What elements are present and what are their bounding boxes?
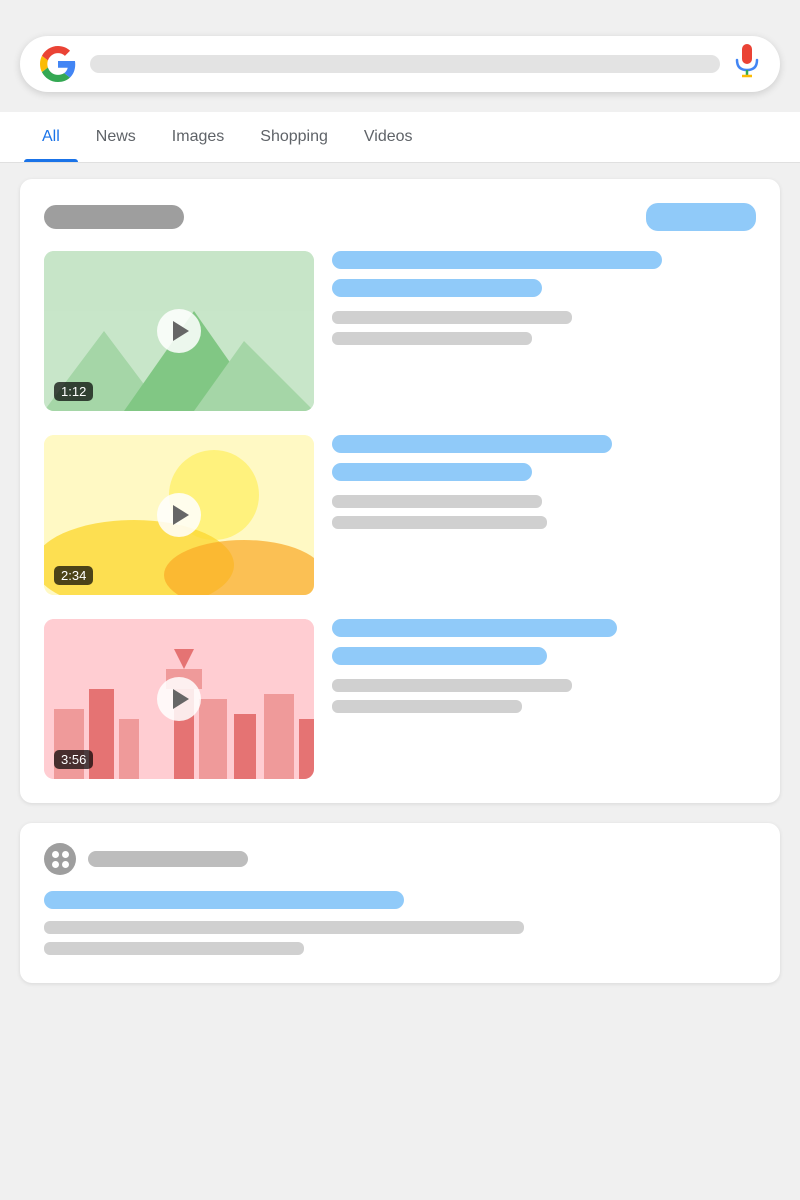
result-desc-bar-1 (44, 921, 524, 934)
card-header (44, 203, 756, 231)
duration-badge-3: 3:56 (54, 750, 93, 769)
tab-images[interactable]: Images (154, 112, 242, 162)
video-item-3[interactable]: 3:56 (44, 619, 756, 779)
video-desc-bar-3a (332, 679, 572, 692)
video-subtitle-bar-1 (332, 279, 542, 297)
site-name-pill (88, 851, 248, 867)
video-title-bar-3 (332, 619, 617, 637)
play-triangle-2 (173, 505, 189, 525)
tab-videos[interactable]: Videos (346, 112, 431, 162)
dot-3 (52, 861, 59, 868)
video-title-bar-2 (332, 435, 612, 453)
dot-1 (52, 851, 59, 858)
video-subtitle-bar-2 (332, 463, 532, 481)
video-desc-bar-1a (332, 311, 572, 324)
tab-shopping[interactable]: Shopping (242, 112, 346, 162)
video-info-1 (314, 251, 756, 353)
play-button-3[interactable] (157, 677, 201, 721)
play-button-2[interactable] (157, 493, 201, 537)
site-favicon (44, 843, 76, 875)
tab-news[interactable]: News (78, 112, 154, 162)
video-thumbnail-3[interactable]: 3:56 (44, 619, 314, 779)
video-desc-bar-3b (332, 700, 522, 713)
tab-all[interactable]: All (24, 112, 78, 162)
second-result-card (20, 823, 780, 983)
dot-2 (62, 851, 69, 858)
video-info-3 (314, 619, 756, 721)
duration-badge-2: 2:34 (54, 566, 93, 585)
search-bar[interactable] (20, 36, 780, 92)
second-result-header (44, 843, 756, 875)
video-desc-bar-2b (332, 516, 547, 529)
play-triangle-3 (173, 689, 189, 709)
search-input-placeholder (90, 55, 720, 73)
tabs-container: All News Images Shopping Videos (0, 112, 800, 163)
video-results-card: 1:12 (20, 179, 780, 803)
video-info-2 (314, 435, 756, 537)
play-triangle-1 (173, 321, 189, 341)
video-item-2[interactable]: 2:34 (44, 435, 756, 595)
card-action-pill[interactable] (646, 203, 756, 231)
video-item-1[interactable]: 1:12 (44, 251, 756, 411)
site-icon-grid (52, 851, 69, 868)
video-title-bar-1 (332, 251, 662, 269)
play-button-1[interactable] (157, 309, 201, 353)
video-subtitle-bar-3 (332, 647, 547, 665)
result-link-bar[interactable] (44, 891, 404, 909)
video-desc-bar-2a (332, 495, 542, 508)
google-logo (40, 46, 76, 82)
video-desc-bar-1b (332, 332, 532, 345)
duration-badge-1: 1:12 (54, 382, 93, 401)
video-thumbnail-2[interactable]: 2:34 (44, 435, 314, 595)
video-thumbnail-1[interactable]: 1:12 (44, 251, 314, 411)
dot-4 (62, 861, 69, 868)
page-container: All News Images Shopping Videos (0, 0, 800, 1023)
result-desc-bar-2 (44, 942, 304, 955)
mic-icon[interactable] (734, 44, 760, 85)
card-label-pill (44, 205, 184, 229)
